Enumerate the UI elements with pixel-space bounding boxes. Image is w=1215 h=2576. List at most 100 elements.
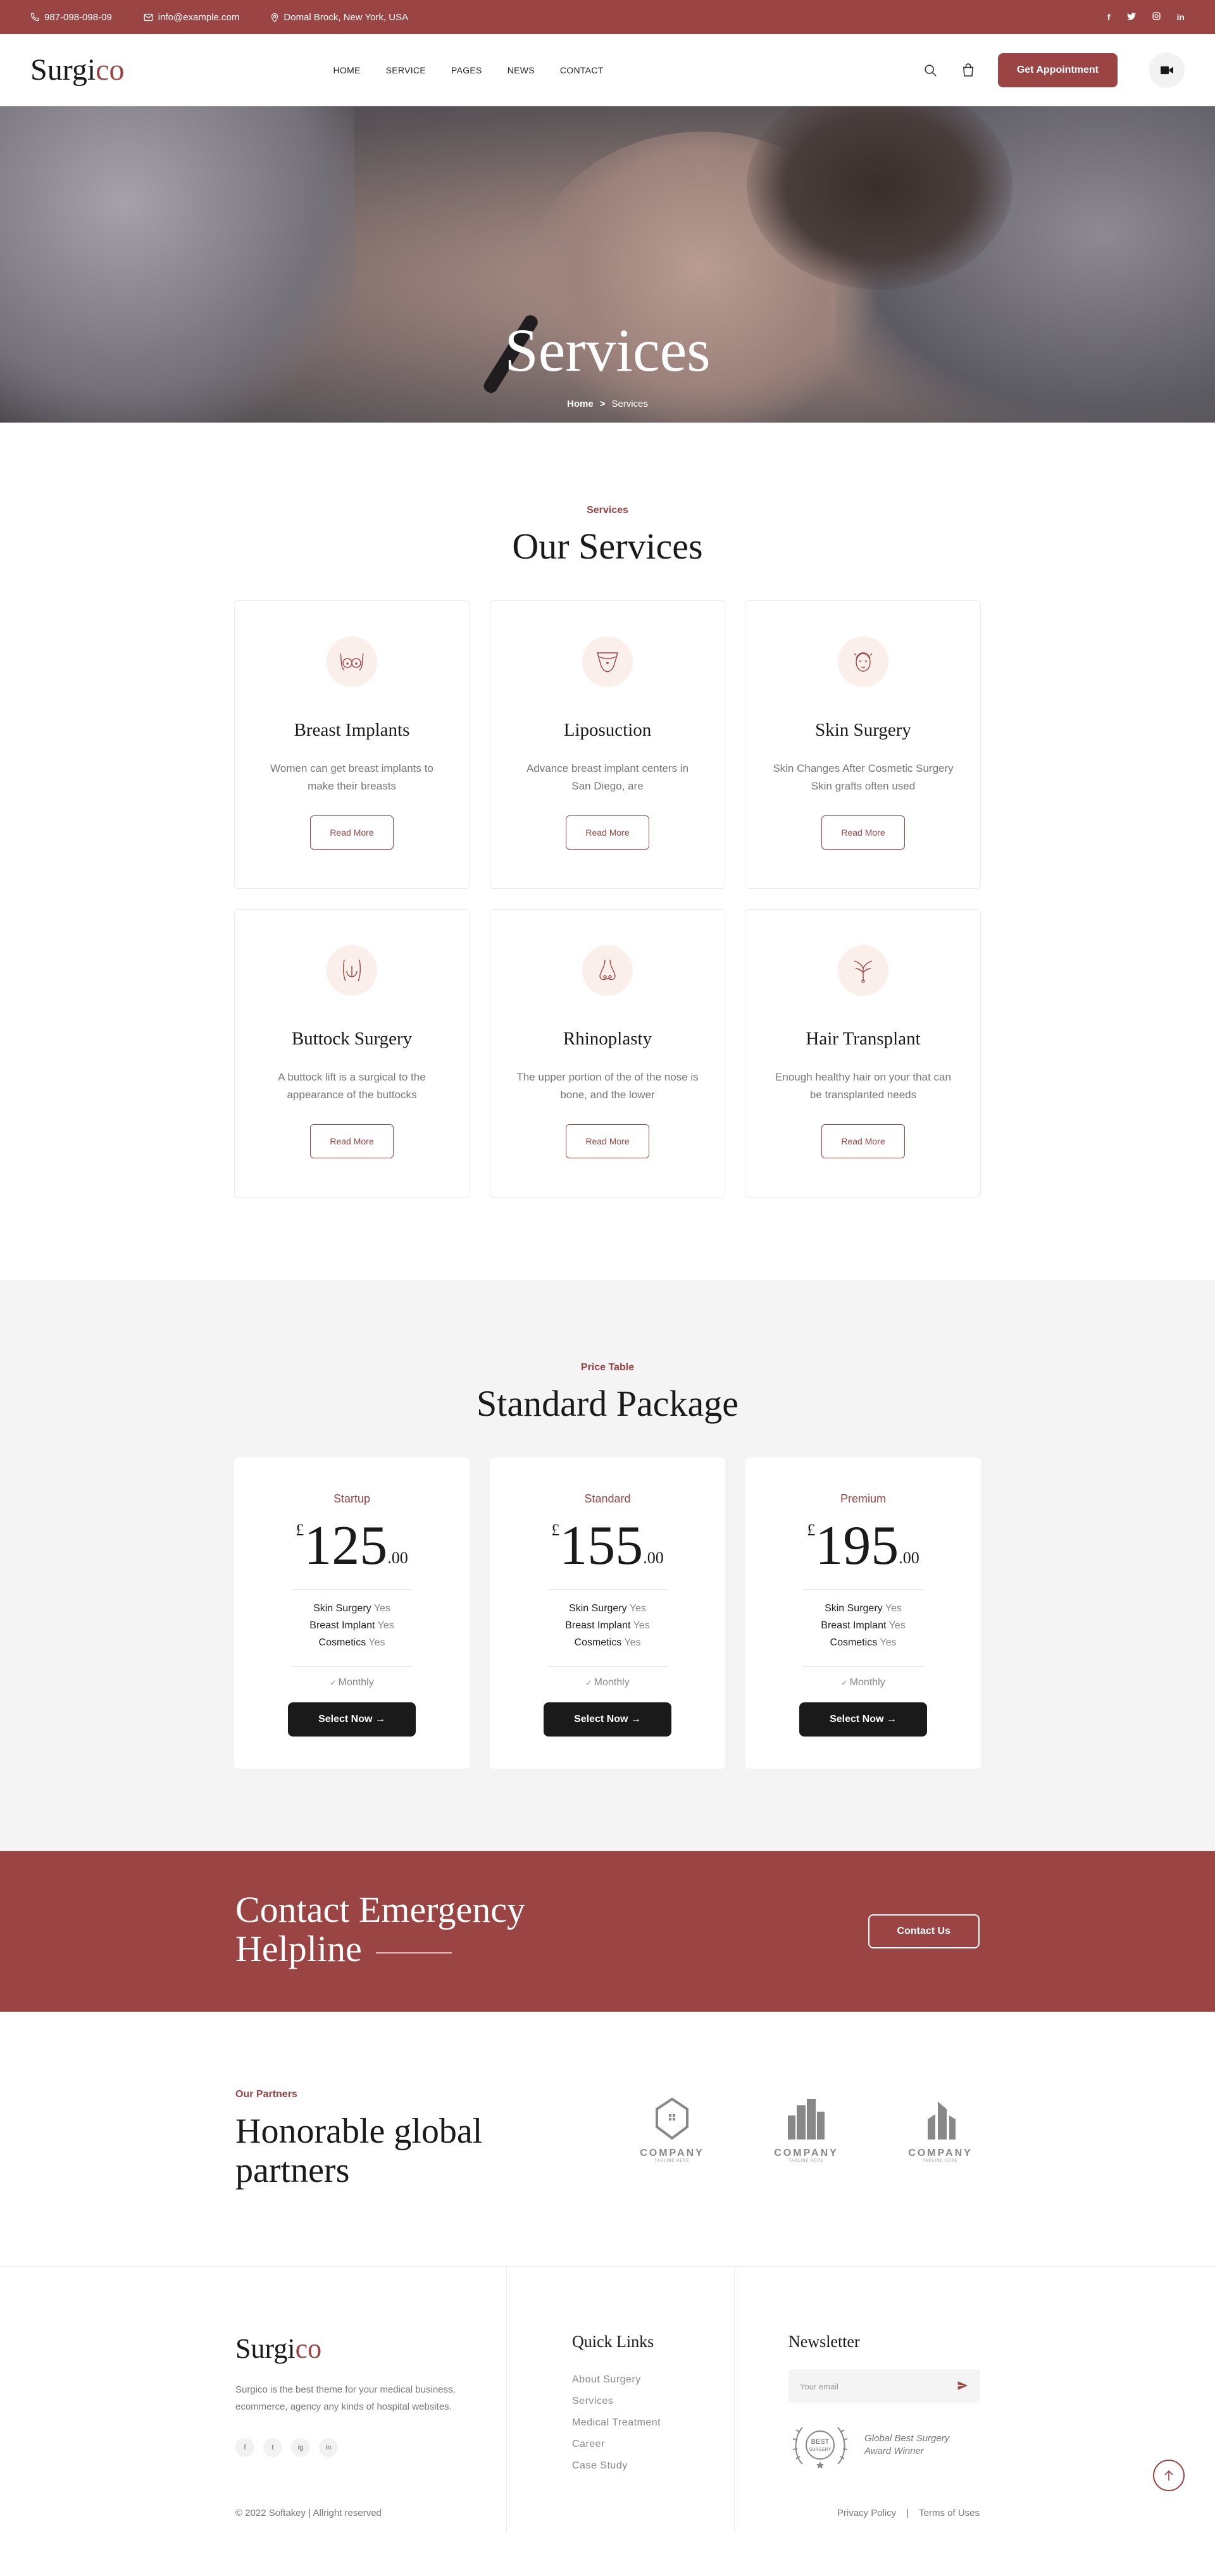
partners-title: Honorable global partners [235, 2112, 482, 2190]
footer-link-case-study[interactable]: Case Study [572, 2455, 661, 2477]
price-cents: .00 [899, 1549, 919, 1567]
pricing-eyebrow: Price Table [580, 1362, 635, 1373]
header-actions: Get Appointment [922, 52, 1185, 88]
footer-bottom-bar: © 2022 Softakey | Allright reserved Priv… [0, 2495, 1215, 2533]
feature-value: Yes [633, 1620, 650, 1631]
divider [734, 2267, 735, 2534]
newsletter-title: Newsletter [788, 2332, 860, 2351]
plan-name: Startup [333, 1492, 371, 1505]
terms-link[interactable]: Terms of Uses [919, 2508, 980, 2518]
partner-logo[interactable]: COMPANY TAGLINE HERE [767, 2096, 845, 2163]
read-more-button[interactable]: Read More [566, 815, 649, 850]
search-icon[interactable] [922, 62, 938, 78]
email-placeholder: Your email [800, 2381, 838, 2391]
linkedin-icon[interactable]: in [1177, 12, 1185, 22]
partner-tagline: TAGLINE HERE [923, 2159, 958, 2163]
partners-section: Our Partners Honorable global partners C… [0, 2012, 1215, 2266]
nose-icon [582, 945, 633, 996]
plan-feature: Breast Implant Yes [745, 1617, 981, 1634]
read-more-button[interactable]: Read More [310, 815, 394, 850]
partners-title-line2: partners [235, 2151, 350, 2190]
nav-service[interactable]: SERVICE [386, 65, 426, 75]
service-card: Rhinoplasty The upper portion of the of … [490, 909, 725, 1198]
price-currency: £ [296, 1521, 304, 1539]
read-more-button[interactable]: Read More [310, 1124, 394, 1158]
nav-pages[interactable]: PAGES [451, 65, 482, 75]
price-amount: 125 [304, 1515, 388, 1576]
twitter-icon[interactable] [1126, 12, 1136, 22]
feature-value: Yes [880, 1637, 897, 1648]
service-title: Breast Implants [294, 720, 410, 740]
breadcrumb-home[interactable]: Home [567, 399, 594, 409]
email-contact[interactable]: info@example.com [144, 12, 239, 23]
main-header: Surgico HOME SERVICE PAGES NEWS CONTACT … [0, 34, 1215, 106]
divider [803, 1589, 923, 1590]
facebook-icon[interactable]: f [235, 2438, 254, 2457]
send-icon[interactable] [957, 2380, 968, 2393]
quick-links-list: About Surgery Services Medical Treatment… [572, 2369, 661, 2477]
pricing-title: Standard Package [477, 1383, 738, 1424]
instagram-icon[interactable] [1152, 12, 1161, 22]
privacy-policy-link[interactable]: Privacy Policy [837, 2508, 896, 2518]
instagram-icon[interactable]: ig [291, 2438, 310, 2457]
decorative-line [375, 1952, 452, 1954]
footer-link-treatment[interactable]: Medical Treatment [572, 2412, 661, 2434]
read-more-button[interactable]: Read More [566, 1124, 649, 1158]
plan-feature: Cosmetics Yes [490, 1634, 725, 1651]
cart-icon[interactable] [960, 62, 976, 78]
top-bar: 987-098-098-09 info@example.com Domal Br… [0, 0, 1215, 34]
plan-feature: Cosmetics Yes [745, 1634, 981, 1651]
copyright: © 2022 Softakey | Allright reserved [235, 2508, 382, 2518]
feature-value: Yes [624, 1637, 641, 1648]
quick-links-title: Quick Links [572, 2332, 654, 2351]
main-nav: HOME SERVICE PAGES NEWS CONTACT [333, 65, 603, 75]
mail-icon [144, 13, 153, 21]
partner-name: COMPANY [908, 2148, 973, 2158]
get-appointment-button[interactable]: Get Appointment [997, 53, 1118, 87]
price-amount: 155 [559, 1515, 644, 1576]
emergency-title: Contact Emergency Helpline [235, 1890, 525, 1969]
linkedin-icon[interactable]: in [319, 2438, 338, 2457]
site-logo[interactable]: Surgico [30, 53, 124, 87]
footer-link-services[interactable]: Services [572, 2391, 661, 2412]
partners-title-line1: Honorable global [235, 2112, 483, 2151]
feature-value: Yes [373, 1603, 390, 1614]
award-line2: Award Winner [864, 2446, 924, 2456]
partner-name: COMPANY [774, 2148, 838, 2158]
price-card: Standard £155.00 Skin Surgery Yes Breast… [490, 1458, 725, 1769]
service-description: A buttock lift is a surgical to the appe… [278, 1071, 426, 1101]
video-call-icon[interactable] [1149, 52, 1185, 88]
partner-tagline: TAGLINE HERE [654, 2159, 690, 2163]
newsletter-email-input[interactable]: Your email [788, 2369, 980, 2403]
breadcrumb-separator: > [599, 399, 606, 409]
select-now-button[interactable]: Select Now → [799, 1702, 927, 1737]
plan-feature: Cosmetics Yes [234, 1634, 470, 1651]
partner-logo[interactable]: COMPANY TAGLINE HERE [633, 2096, 711, 2163]
nav-news[interactable]: NEWS [508, 65, 535, 75]
footer-link-about[interactable]: About Surgery [572, 2369, 661, 2391]
feature-label: Skin Surgery [825, 1603, 883, 1614]
facebook-icon[interactable]: f [1107, 12, 1111, 22]
twitter-icon[interactable]: t [263, 2438, 282, 2457]
footer-logo[interactable]: Surgico [235, 2332, 489, 2365]
address-text: Domal Brock, New York, USA [284, 11, 409, 23]
select-now-button[interactable]: Select Now → [288, 1702, 416, 1737]
footer-social-links: f t ig in [235, 2438, 489, 2457]
footer-link-career[interactable]: Career [572, 2434, 661, 2455]
nav-home[interactable]: HOME [333, 65, 360, 75]
footer-about: Surgico Surgico is the best theme for yo… [235, 2332, 489, 2457]
phone-contact[interactable]: 987-098-098-09 [30, 12, 112, 23]
plan-feature: Skin Surgery Yes [234, 1600, 470, 1617]
read-more-button[interactable]: Read More [821, 1124, 905, 1158]
partner-logo[interactable]: COMPANY TAGLINE HERE [901, 2096, 980, 2163]
service-title: Buttock Surgery [291, 1029, 413, 1049]
contact-us-button[interactable]: Contact Us [868, 1914, 980, 1948]
select-now-button[interactable]: Select Now → [544, 1702, 671, 1737]
back-to-top-button[interactable] [1153, 2460, 1185, 2491]
feature-label: Breast Implant [309, 1620, 375, 1631]
read-more-button[interactable]: Read More [821, 815, 905, 850]
nav-contact[interactable]: CONTACT [560, 65, 604, 75]
divider [547, 1666, 668, 1667]
plan-feature: Skin Surgery Yes [745, 1600, 981, 1617]
home-shield-logo-icon [656, 2097, 688, 2140]
